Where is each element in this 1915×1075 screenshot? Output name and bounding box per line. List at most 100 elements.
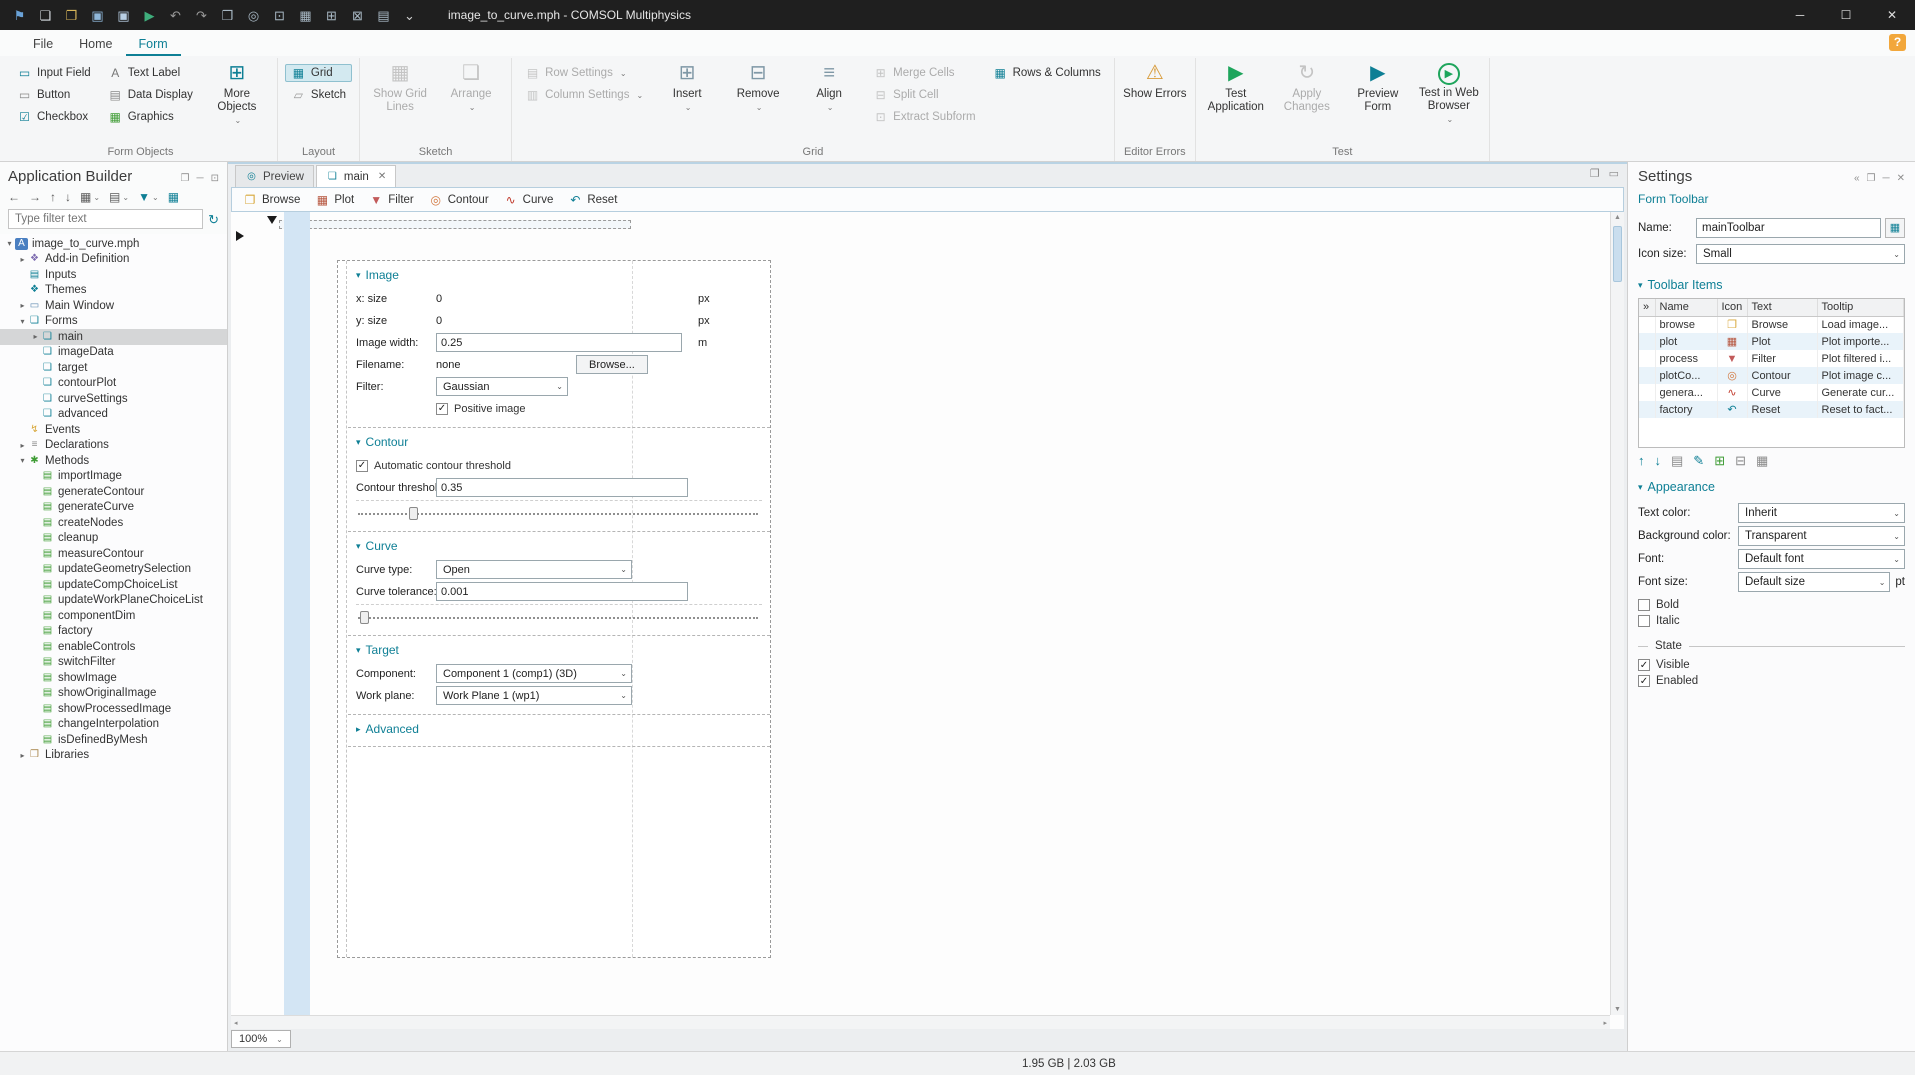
- redo-icon[interactable]: ↷: [194, 9, 209, 22]
- view-menu-icon[interactable]: ▤: [109, 191, 120, 203]
- italic-checkbox[interactable]: [1638, 615, 1650, 627]
- tree-item-advanced[interactable]: ❏ advanced: [0, 407, 227, 423]
- menu-tab-home[interactable]: Home: [66, 33, 125, 56]
- tree-item-main-window[interactable]: ▸ ▭ Main Window: [0, 298, 227, 314]
- ribbon-button-input-field[interactable]: ▭ Input Field: [11, 64, 97, 82]
- menu-tab-file[interactable]: File: [20, 33, 66, 56]
- tree-item-factory[interactable]: ▤ factory: [0, 624, 227, 640]
- ribbon-button-text-label[interactable]: A Text Label: [102, 64, 199, 82]
- toolbar-item-row-plot[interactable]: plot ▦ Plot Plot importe...: [1639, 333, 1904, 350]
- copy-icon[interactable]: ❒: [220, 9, 235, 22]
- ribbon-button-show-grid-lines[interactable]: ▦ Show Grid Lines: [367, 60, 433, 117]
- zoom-box-icon[interactable]: ⊡: [272, 9, 287, 22]
- tree-item-importimage[interactable]: ▤ importImage: [0, 469, 227, 485]
- tree-item-showoriginalimage[interactable]: ▤ showOriginalImage: [0, 686, 227, 702]
- float-settings-icon[interactable]: ❐: [1867, 173, 1876, 184]
- tree-item-switchfilter[interactable]: ▤ switchFilter: [0, 655, 227, 671]
- item-add-icon[interactable]: ⊞: [1714, 454, 1725, 467]
- ribbon-button-show-errors[interactable]: ⚠ Show Errors: [1122, 60, 1188, 104]
- item-edit-icon[interactable]: ✎: [1693, 454, 1704, 467]
- open-file-icon[interactable]: ❐: [64, 9, 79, 22]
- horizontal-scrollbar[interactable]: ◂ ▸: [231, 1015, 1610, 1029]
- minimize-button[interactable]: ─: [1777, 0, 1823, 30]
- delete-icon[interactable]: ⊠: [350, 9, 365, 22]
- toolbar-item-row-genera[interactable]: genera... ∿ Curve Generate cur...: [1639, 384, 1904, 401]
- automatic-contour-threshold-checkbox[interactable]: ✓: [356, 459, 368, 472]
- column-width-ruler[interactable]: [279, 220, 631, 229]
- tree-item-imagedata[interactable]: ❏ imageData: [0, 345, 227, 361]
- bold-checkbox[interactable]: [1638, 599, 1650, 611]
- tree-expander-icon[interactable]: ▾: [17, 317, 28, 326]
- form-toolbar-button-curve[interactable]: ∿ Curve: [504, 194, 554, 206]
- scroll-left-icon[interactable]: ◂: [234, 1019, 238, 1027]
- save-as-icon[interactable]: ▣: [116, 9, 131, 22]
- tree-expander-icon[interactable]: ▾: [17, 456, 28, 465]
- maximize-editor-icon[interactable]: ▭: [1609, 169, 1619, 180]
- form-toolbar-button-reset[interactable]: ↶ Reset: [568, 194, 617, 206]
- tree-item-updateworkplanechoicelist[interactable]: ▤ updateWorkPlaneChoiceList: [0, 593, 227, 609]
- ribbon-button-insert[interactable]: ⊞ Insert ⌄: [654, 60, 720, 115]
- form-section-header-advanced[interactable]: ▸ Advanced: [356, 718, 762, 740]
- tree-item-showprocessedimage[interactable]: ▤ showProcessedImage: [0, 701, 227, 717]
- name-input[interactable]: [1696, 218, 1881, 238]
- ribbon-button-extract-subform[interactable]: ⊡ Extract Subform: [867, 108, 981, 126]
- help-button[interactable]: ?: [1889, 34, 1906, 51]
- tree-expander-icon[interactable]: ▸: [17, 441, 28, 450]
- tree-expander-icon[interactable]: ▾: [4, 239, 15, 248]
- form-canvas[interactable]: ▾ Image x: size 0 px y: size 0 px Image width: m F…: [231, 212, 1624, 1029]
- comsol-logo-icon[interactable]: ⚑: [12, 9, 27, 22]
- maximize-button[interactable]: ☐: [1823, 0, 1869, 30]
- row-insert-marker[interactable]: [236, 231, 244, 241]
- editor-tab-main[interactable]: ❏ main ✕: [315, 165, 397, 187]
- tree-item-updatecompchoicelist[interactable]: ▤ updateCompChoiceList: [0, 577, 227, 593]
- form-toolbar-button-filter[interactable]: ▼ Filter: [369, 194, 414, 206]
- minimize-settings-icon[interactable]: ─: [1883, 173, 1890, 184]
- tree-item-isdefinedbymesh[interactable]: ▤ isDefinedByMesh: [0, 732, 227, 748]
- new-file-icon[interactable]: ❏: [38, 9, 53, 22]
- ribbon-button-split-cell[interactable]: ⊟ Split Cell: [867, 86, 981, 104]
- vertical-scroll-thumb[interactable]: [1613, 226, 1622, 282]
- tree-item-updategeometryselection[interactable]: ▤ updateGeometrySelection: [0, 562, 227, 578]
- tree-item-methods[interactable]: ▾ ✱ Methods: [0, 453, 227, 469]
- scroll-right-icon[interactable]: ▸: [1603, 1019, 1607, 1027]
- tree-item-image-to-curve-mph[interactable]: ▾ Aimage_to_curve.mph: [0, 236, 227, 252]
- form-toolbar-button-browse[interactable]: ❐ Browse: [243, 194, 301, 206]
- filter-input[interactable]: [8, 209, 204, 229]
- icon-size-select[interactable]: Small ⌄: [1696, 244, 1905, 264]
- nav-down-icon[interactable]: ↓: [65, 191, 71, 203]
- scroll-down-icon[interactable]: ▼: [1614, 1006, 1621, 1013]
- item-down-icon[interactable]: ↓: [1655, 454, 1662, 467]
- save-icon[interactable]: ▣: [90, 9, 105, 22]
- float-editor-icon[interactable]: ❐: [1590, 169, 1600, 180]
- close-settings-icon[interactable]: ✕: [1897, 173, 1905, 184]
- ribbon-button-button[interactable]: ▭ Button: [11, 86, 97, 104]
- ribbon-button-sketch[interactable]: ▱ Sketch: [285, 86, 352, 104]
- tree-item-generatecontour[interactable]: ▤ generateContour: [0, 484, 227, 500]
- tree-item-inputs[interactable]: ▤ Inputs: [0, 267, 227, 283]
- nav-up-icon[interactable]: ↑: [50, 191, 56, 203]
- positive-image-checkbox[interactable]: ✓: [436, 402, 448, 415]
- enabled-checkbox[interactable]: ✓: [1638, 675, 1650, 687]
- tree-item-generatecurve[interactable]: ▤ generateCurve: [0, 500, 227, 516]
- tree-item-changeinterpolation[interactable]: ▤ changeInterpolation: [0, 717, 227, 733]
- tree-item-enablecontrols[interactable]: ▤ enableControls: [0, 639, 227, 655]
- tree-expander-icon[interactable]: ▸: [17, 751, 28, 760]
- minimize-panel-icon[interactable]: ─: [197, 173, 204, 184]
- tree-item-libraries[interactable]: ▸ ❒ Libraries: [0, 748, 227, 764]
- collapse-settings-icon[interactable]: «: [1854, 173, 1860, 184]
- ribbon-button-more-objects[interactable]: ⊞ More Objects ⌄: [204, 60, 270, 129]
- tree-item-showimage[interactable]: ▤ showImage: [0, 670, 227, 686]
- contour-threshold-input[interactable]: [436, 478, 688, 497]
- tree-item-contourplot[interactable]: ❏ contourPlot: [0, 376, 227, 392]
- image-snapshot-icon[interactable]: ▦: [298, 9, 313, 22]
- item-up-icon[interactable]: ↑: [1638, 454, 1645, 467]
- zoom-extents-icon[interactable]: ◎: [246, 9, 261, 22]
- undo-icon[interactable]: ↶: [168, 9, 183, 22]
- appearance-section-header[interactable]: ▾ Appearance: [1638, 480, 1905, 494]
- editor-tab-preview[interactable]: ◎ Preview: [235, 165, 314, 187]
- toolbar-item-row-browse[interactable]: browse ❐ Browse Load image...: [1639, 316, 1904, 333]
- run-icon[interactable]: ▶: [142, 9, 157, 22]
- ribbon-button-remove[interactable]: ⊟ Remove ⌄: [725, 60, 791, 115]
- font-size-select[interactable]: Default size ⌄: [1738, 572, 1891, 592]
- insert-object-icon[interactable]: ⊞: [324, 9, 339, 22]
